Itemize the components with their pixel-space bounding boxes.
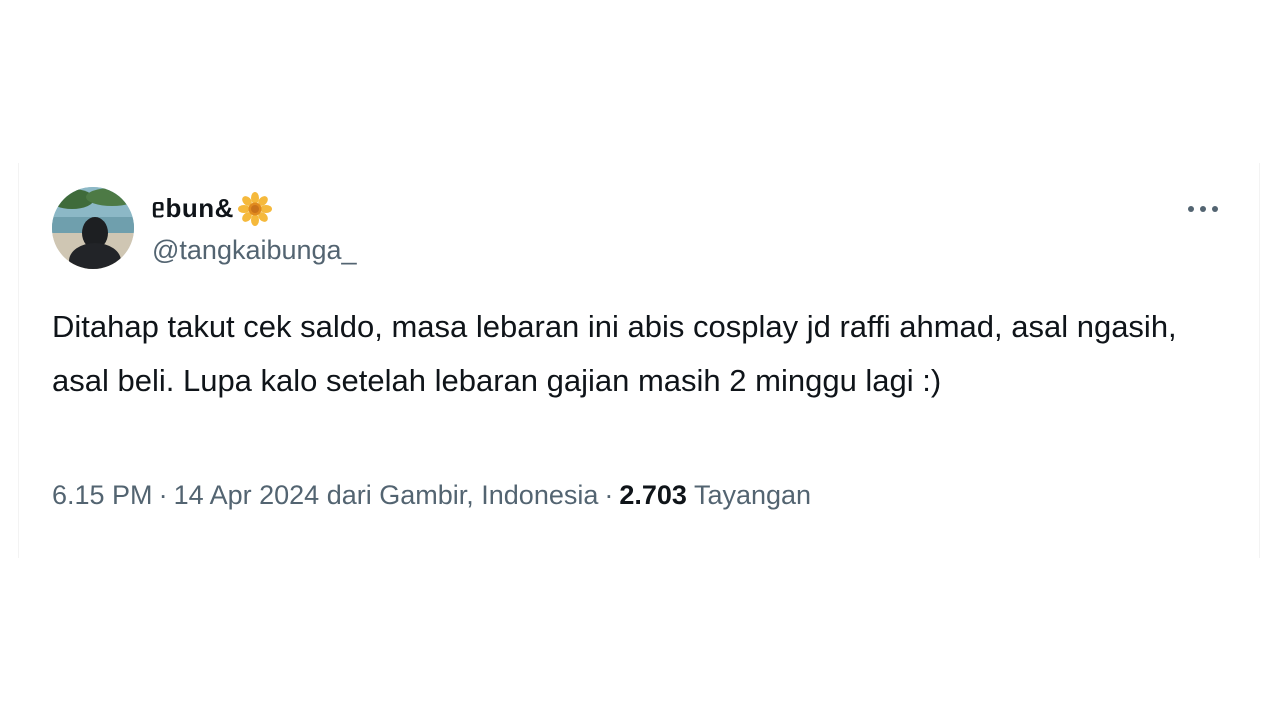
avatar[interactable] — [52, 187, 134, 269]
views-count[interactable]: 2.703 — [619, 480, 687, 510]
tweet-card[interactable]: ᥱbun& @tangkaibunga_ Ditahap takut cek s… — [18, 163, 1260, 558]
display-name-row: ᥱbun& — [152, 191, 272, 227]
separator: · — [604, 480, 614, 510]
tweet-location: dari Gambir, Indonesia — [326, 480, 599, 510]
more-horizontal-icon — [1188, 206, 1218, 212]
separator: · — [158, 480, 168, 510]
tweet-date[interactable]: 14 Apr 2024 — [174, 480, 320, 510]
sunflower-icon — [237, 192, 272, 226]
tweet-meta: 6.15 PM · 14 Apr 2024 dari Gambir, Indones… — [52, 480, 811, 511]
tweet-time[interactable]: 6.15 PM — [52, 480, 153, 510]
user-handle[interactable]: @tangkaibunga_ — [152, 235, 357, 266]
display-name[interactable]: ᥱbun& — [152, 193, 234, 225]
tweet-text: Ditahap takut cek saldo, masa lebaran in… — [52, 309, 1177, 398]
views-label: Tayangan — [693, 480, 812, 510]
avatar-image — [52, 187, 134, 269]
more-options-button[interactable] — [1183, 189, 1223, 229]
